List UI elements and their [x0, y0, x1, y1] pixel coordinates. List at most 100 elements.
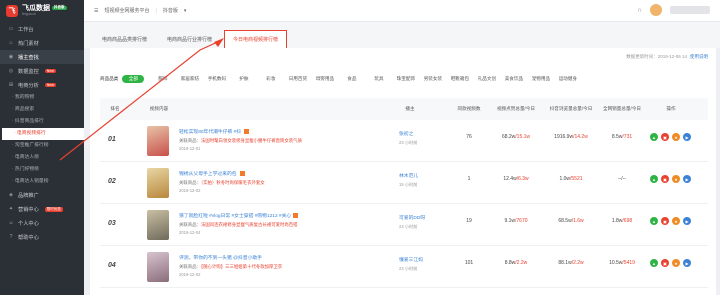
publish-date: 2019-12-02 — [179, 188, 201, 193]
likes-value: 9.1w/7670 — [504, 218, 528, 224]
category-item[interactable]: 食品 — [338, 76, 365, 82]
nav-brand[interactable]: ◈ 品牌推广 — [0, 188, 84, 202]
cart-icon[interactable]: ▣ — [661, 217, 669, 225]
host-name[interactable]: 懂爱三江妈 — [399, 256, 459, 263]
sub-douyin-product-rank[interactable]: · 抖音商品排行 — [0, 116, 84, 128]
category-item[interactable]: 手机数码 — [203, 76, 230, 82]
table-row: 01 轻松实现80年代潮牛仔裤 #抖 关联商品：法国时髦白领女装修身显瘦小腰牛仔… — [100, 120, 708, 162]
video-title[interactable]: 评测，带你的不到一头猪 @抖音小助手 — [179, 254, 399, 261]
sub-host-sales-rank[interactable]: · 电商达人销量榜 — [0, 176, 84, 188]
category-item[interactable]: 宠物用品 — [527, 76, 554, 82]
cart-icon[interactable]: ▣ — [661, 175, 669, 183]
category-item[interactable]: 家居家纺 — [176, 76, 203, 82]
category-item[interactable]: 男装女装 — [419, 76, 446, 82]
category-all[interactable]: 全部 — [122, 75, 145, 83]
user-name[interactable] — [670, 6, 710, 14]
host-name[interactable]: 可爱的DD呀 — [399, 214, 459, 221]
nav-ecommerce[interactable]: ⊞ 电商分析 New — [0, 78, 84, 92]
category-item[interactable]: 母婴用品 — [311, 76, 338, 82]
views-value: 1.0w/5521 — [559, 176, 583, 182]
col-actions: 操作 — [666, 106, 676, 111]
nav-help[interactable]: ? 帮助中心 — [0, 230, 84, 244]
tag-icon — [239, 171, 245, 177]
sub-product-search[interactable]: · 商品搜索 — [0, 104, 84, 116]
video-thumbnail[interactable] — [147, 210, 169, 240]
help-link[interactable]: 使用说明 — [690, 54, 708, 59]
row-actions: ▲ ▣ ★ ▶ — [650, 133, 691, 141]
cart-icon[interactable]: ▣ — [661, 259, 669, 267]
same-video-count: 101 — [464, 260, 474, 266]
host-name[interactable]: 张初之 — [399, 130, 459, 137]
category-item[interactable]: 服饰 — [149, 76, 176, 82]
menu-icon[interactable]: ☰ — [94, 8, 98, 14]
play-icon[interactable]: ▶ — [683, 175, 691, 183]
tab-industry-rank[interactable]: 电商商品行业排行榜 — [159, 30, 220, 48]
star-icon[interactable]: ★ — [672, 217, 680, 225]
star-icon[interactable]: ★ — [672, 133, 680, 141]
row-actions: ▲ ▣ ★ ▶ — [650, 259, 691, 267]
nav-hot-material[interactable]: ♨ 热门素材 — [0, 36, 84, 50]
category-item[interactable]: 珠宝配饰 — [392, 76, 419, 82]
related-product[interactable]: 关联商品：法国时髦白领女装修身显瘦小腰牛仔裤直筒女装气质 — [179, 138, 399, 144]
col-views[interactable]: 抖音浏览量总量/今日 — [548, 106, 594, 112]
analyze-icon[interactable]: ▲ — [650, 133, 658, 141]
play-icon[interactable]: ▶ — [683, 217, 691, 225]
tab-today-video-rank[interactable]: 今日电商视频排行榜 — [224, 30, 288, 48]
play-icon[interactable]: ▶ — [683, 133, 691, 141]
video-thumbnail[interactable] — [147, 126, 169, 156]
nav-workbench[interactable]: ▭ 工作台 — [0, 22, 84, 36]
nav-label: 营销中心 — [18, 206, 39, 213]
analyze-icon[interactable]: ▲ — [650, 175, 658, 183]
category-item[interactable]: 护肤 — [230, 76, 257, 82]
related-product[interactable]: 关联商品：法国风连衣裙修身显瘦气质复古长裙可爱时尚百搭 — [179, 222, 399, 228]
topbar: ☰ 短视频全网服务平台 | 抖音版 ▾ ∩ — [84, 0, 720, 22]
rank-number: 02 — [108, 178, 116, 185]
analyze-icon[interactable]: ▲ — [650, 259, 658, 267]
col-likes[interactable]: 视频点赞总量/今日 — [495, 106, 537, 112]
host-name[interactable]: 林木范儿 — [399, 172, 459, 179]
analyze-icon[interactable]: ▲ — [650, 217, 658, 225]
avatar[interactable] — [650, 4, 662, 16]
promo-badge: 限时优惠 — [44, 206, 63, 212]
play-icon[interactable]: ▶ — [683, 259, 691, 267]
category-item[interactable]: 美食饮品 — [500, 76, 527, 82]
platform-select[interactable]: 抖音版 — [163, 7, 178, 14]
video-thumbnail[interactable] — [147, 252, 169, 282]
nav-personal[interactable]: ☺ 个人中心 — [0, 216, 84, 230]
star-icon[interactable]: ★ — [672, 175, 680, 183]
related-product[interactable]: 关联商品：（实拍）秋冬时尚保暖毛衣外套女 — [179, 180, 399, 186]
nav-host-search[interactable]: ◉ 播主查找 — [0, 50, 84, 64]
nav-label: 热门素材 — [18, 40, 39, 47]
tag-icon — [244, 129, 250, 135]
category-item[interactable]: 日用百货 — [284, 76, 311, 82]
nav-data-monitor[interactable]: ◎ 数据监控 New — [0, 64, 84, 78]
sub-ecommerce-video-rank[interactable]: · 电商视频排行 — [2, 128, 84, 140]
category-item[interactable]: 鞋靴箱包 — [446, 76, 473, 82]
cart-icon[interactable]: ▣ — [661, 133, 669, 141]
sales-value: 10.5w/5419 — [609, 260, 635, 266]
video-thumbnail[interactable] — [147, 168, 169, 198]
category-item[interactable]: 玩具 — [365, 76, 392, 82]
sales-value: 1.8w/698 — [611, 218, 633, 224]
col-sales[interactable]: 全网销量总量/今日 — [602, 106, 642, 112]
sub-hot-goods-rank[interactable]: · 热门好物榜 — [0, 164, 84, 176]
sub-my-shopping[interactable]: · 我的购物 — [0, 92, 84, 104]
related-product[interactable]: 关联商品：【随心计购】三三姐姐第十代冬款加厚卫衣 — [179, 264, 399, 270]
star-icon[interactable]: ★ — [672, 259, 680, 267]
col-same-videos[interactable]: 同款视频数 — [455, 106, 483, 112]
video-title[interactable]: 锦绣从父母手上学过来的包 — [179, 170, 399, 177]
logo[interactable]: 飞 飞瓜数据 抖音版 feigua.cn — [0, 0, 84, 22]
category-item[interactable]: 礼品文创 — [473, 76, 500, 82]
table-header: 排名 视频内容 播主 同款视频数 视频点赞总量/今日 抖音浏览量总量/今日 全网… — [100, 98, 708, 120]
headset-icon[interactable]: ∩ — [637, 7, 642, 14]
tab-category-rank[interactable]: 电商商品品类排行榜 — [94, 30, 155, 48]
video-title[interactable]: 轻松实现80年代潮牛仔裤 #抖 — [179, 128, 399, 135]
nav-marketing[interactable]: ✦ 营销中心 限时优惠 — [0, 202, 84, 216]
category-label: 商品品类 — [100, 76, 119, 81]
video-title[interactable]: 猜了就脸红啦 #vlog日常 #女士穿搭 #购物1212 #关心 — [179, 212, 399, 219]
category-item[interactable]: 彩妆 — [257, 76, 284, 82]
views-value: 88.1w/2.2w — [558, 260, 584, 266]
category-item[interactable]: 运动健身 — [554, 76, 581, 82]
sub-ecommerce-host-rank[interactable]: · 电商达人榜 — [0, 152, 84, 164]
sub-taobao-rank[interactable]: · 淘宝推广排行榜 — [0, 140, 84, 152]
